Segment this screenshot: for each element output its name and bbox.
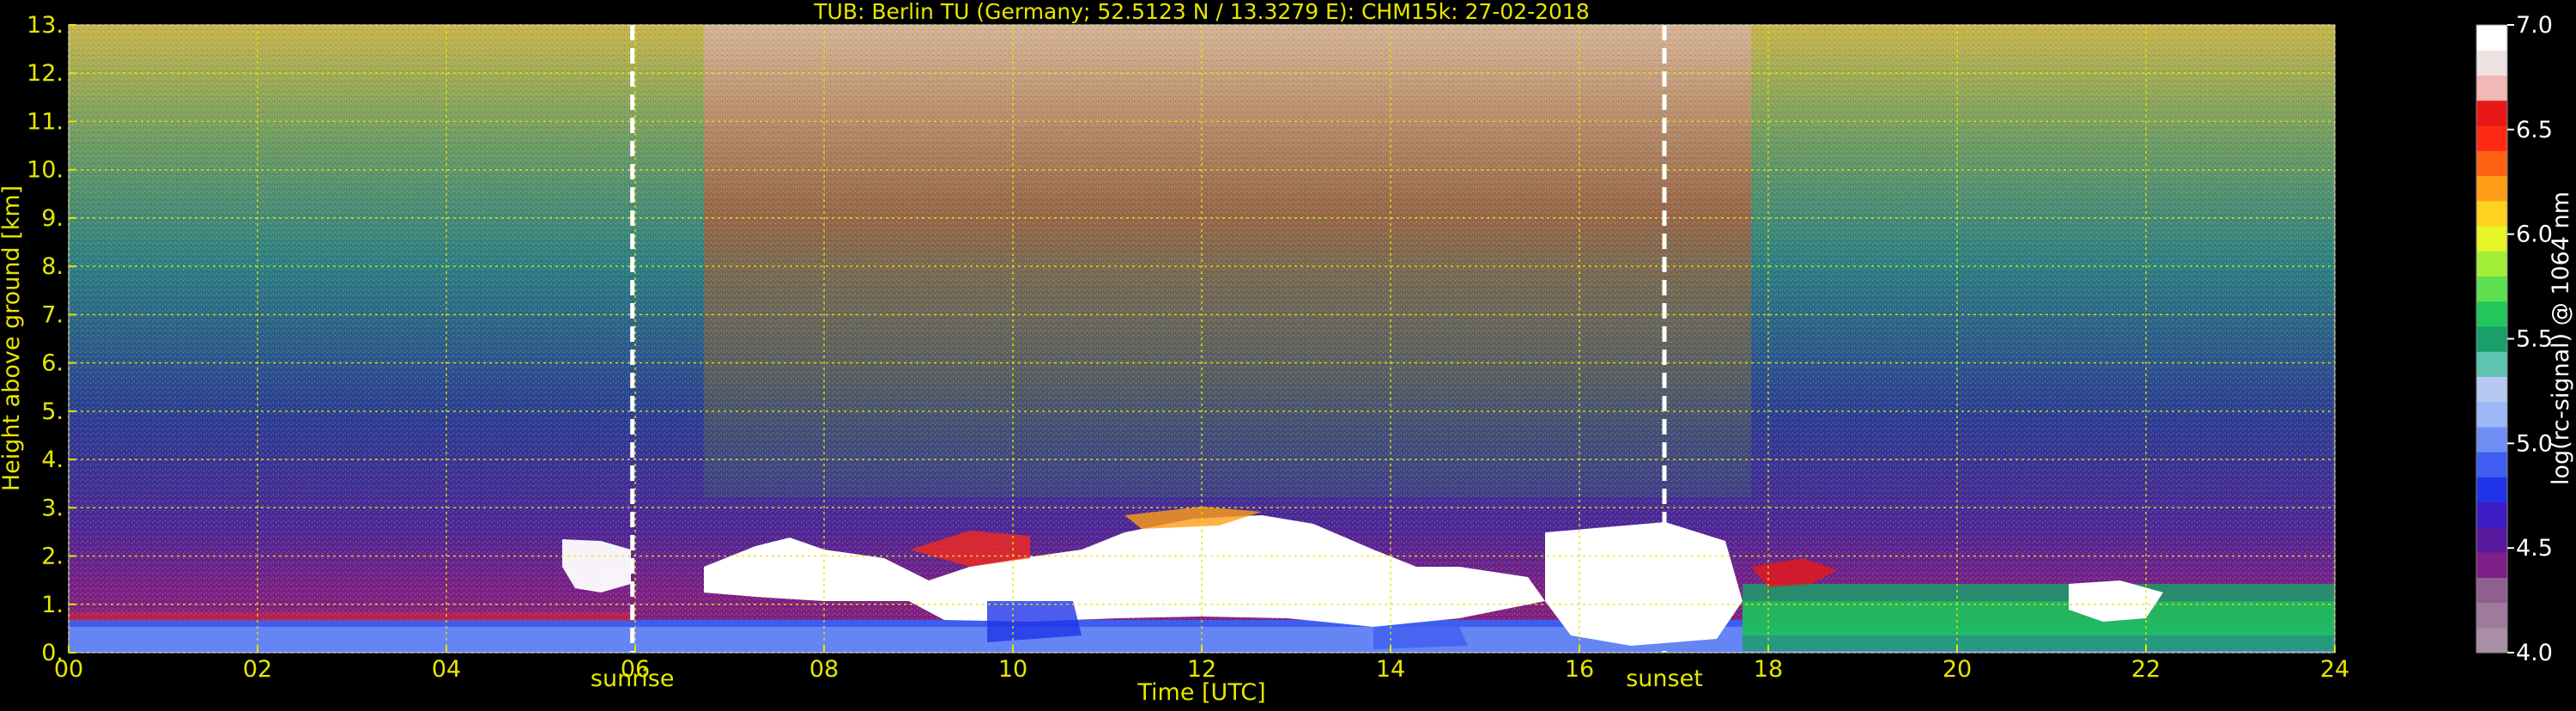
colorbar-swatch — [2476, 577, 2507, 604]
x-tick-label: 20 — [1943, 656, 1972, 683]
colorbar-swatch — [2476, 75, 2507, 101]
y-tick-label: 10. — [27, 157, 64, 184]
y-tick-label: 11. — [27, 108, 64, 135]
colorbar-swatch — [2476, 602, 2507, 629]
x-tick-label: 16 — [1565, 656, 1594, 683]
y-axis-label: Height above ground [km] — [0, 185, 25, 491]
colorbar-swatch — [2476, 351, 2507, 377]
colorbar-swatch — [2476, 125, 2507, 151]
colorbar-swatch — [2476, 627, 2507, 653]
colorbar-swatch — [2476, 376, 2507, 403]
y-tick-label: 1. — [41, 592, 64, 618]
x-tick-label: 04 — [432, 656, 461, 683]
y-tick-label: 7. — [41, 301, 64, 328]
x-tick-label: 06 — [621, 656, 650, 683]
colorbar-swatch — [2476, 276, 2507, 302]
x-tick-label: 14 — [1376, 656, 1405, 683]
y-tick-label: 2. — [41, 544, 64, 570]
y-tick-label: 9. — [41, 205, 64, 232]
colorbar-swatch — [2476, 301, 2507, 327]
colorbar: 4.04.55.05.56.06.57.0 — [2476, 12, 2553, 666]
x-tick-label: 02 — [243, 656, 272, 683]
colorbar-swatch — [2476, 25, 2507, 51]
colorbar-swatch — [2476, 501, 2507, 528]
colorbar-swatch — [2476, 175, 2507, 202]
y-tick-label: 4. — [41, 447, 64, 473]
chart-svg: sunrise sunset 00 02 04 06 08 10 12 14 16 18 20 22 24… — [0, 0, 2574, 706]
colorbar-swatch — [2476, 200, 2507, 227]
x-axis-label: Time [UTC] — [1136, 679, 1265, 706]
colorbar-swatch — [2476, 552, 2507, 578]
colorbar-swatch — [2476, 477, 2507, 503]
x-tick-label: 08 — [809, 656, 839, 683]
colorbar-swatch — [2476, 325, 2507, 352]
x-tick-label: 22 — [2131, 656, 2161, 683]
colorbar-tick-label: 4.5 — [2516, 535, 2553, 562]
colorbar-label: log(rc-signal) @ 1064 nm — [2548, 191, 2574, 485]
colorbar-swatch — [2476, 150, 2507, 177]
colorbar-swatch — [2476, 426, 2507, 453]
colorbar-tick-label: 4.0 — [2516, 640, 2553, 666]
y-tick-label: 0. — [41, 640, 64, 666]
x-tick-label: 18 — [1754, 656, 1783, 683]
y-tick-label: 13. — [27, 12, 64, 39]
ceilometer-plot: sunrise sunset 00 02 04 06 08 10 12 14 16 18 20 22 24… — [0, 0, 2576, 708]
colorbar-swatch — [2476, 225, 2507, 252]
y-tick-label: 5. — [41, 398, 64, 425]
colorbar-tick-label: 6.5 — [2516, 117, 2553, 143]
colorbar-swatch — [2476, 251, 2507, 276]
y-tick-label: 6. — [41, 350, 64, 377]
colorbar-swatch — [2476, 526, 2507, 553]
chart-title: TUB: Berlin TU (Germany; 52.5123 N / 13.… — [813, 0, 1590, 24]
colorbar-swatch — [2476, 401, 2507, 428]
y-tick-label: 12. — [27, 60, 64, 87]
sunset-label: sunset — [1626, 665, 1703, 692]
colorbar-swatch — [2476, 100, 2507, 126]
x-tick-label: 10 — [998, 656, 1027, 683]
colorbar-tick-label: 7.0 — [2516, 12, 2553, 39]
y-tick-label: 3. — [41, 495, 64, 521]
colorbar-swatch — [2476, 452, 2507, 477]
colorbar-swatch — [2476, 50, 2507, 76]
x-tick-label: 24 — [2320, 656, 2349, 683]
y-tick-label: 8. — [41, 253, 64, 280]
